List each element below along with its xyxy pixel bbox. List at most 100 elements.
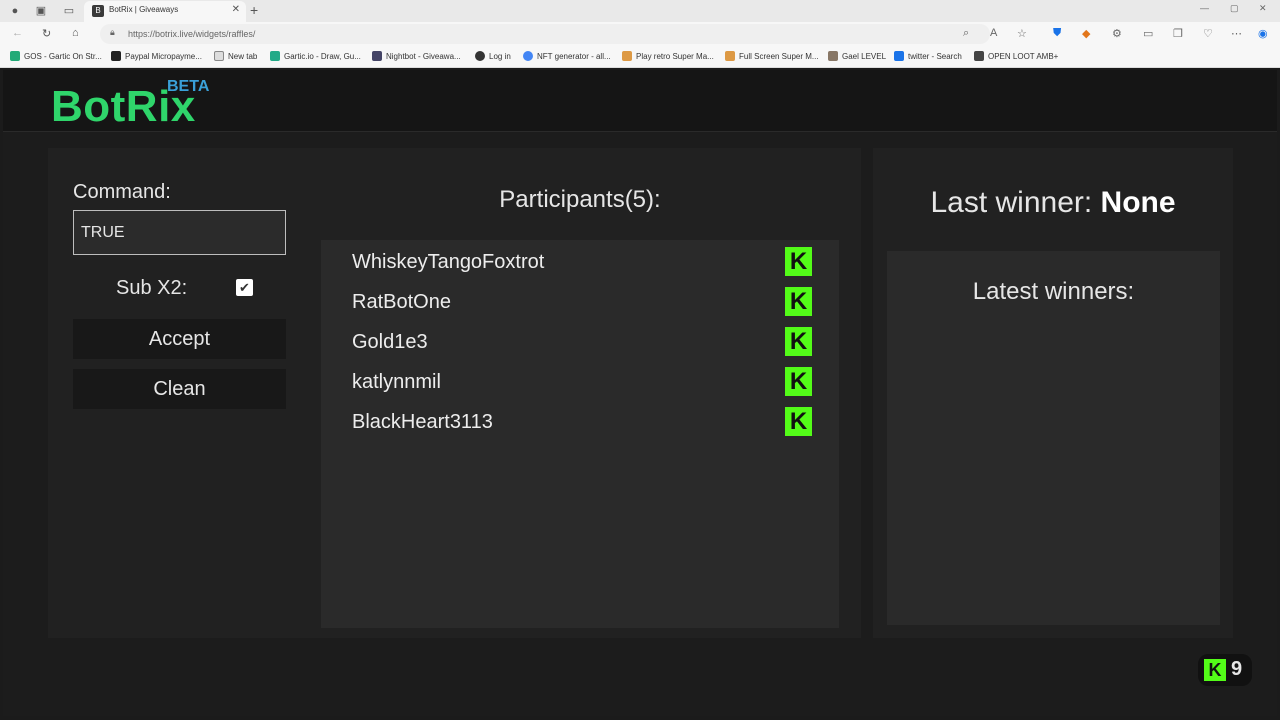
bookmark-label: GOS - Gartic On Str...: [24, 52, 102, 61]
command-label: Command:: [73, 181, 171, 203]
bookmark-favicon-icon: [523, 51, 533, 61]
extensions-icon[interactable]: ⚙: [1112, 27, 1122, 40]
bookmark-favicon-icon: [111, 51, 121, 61]
kick-letter-glyph: K: [789, 328, 808, 355]
bookmark-label: Play retro Super Ma...: [636, 52, 714, 61]
kick-letter-glyph: K: [789, 248, 808, 275]
accept-button[interactable]: Accept: [73, 319, 286, 359]
bookmark-label: Gael LEVEL: [842, 52, 887, 61]
bookmark-item[interactable]: Paypal Micropayme...: [111, 51, 202, 61]
zoom-icon[interactable]: ⌕: [963, 27, 969, 40]
lock-icon[interactable]: 🔒︎: [110, 27, 115, 38]
tab-title: BotRix | Giveaways: [109, 5, 179, 14]
participants-list: WhiskeyTangoFoxtrot K RatBotOne K Gold1e…: [321, 240, 839, 628]
profile-icon[interactable]: ●: [8, 4, 22, 18]
new-tab-button[interactable]: +: [250, 2, 258, 18]
split-screen-icon[interactable]: ▭: [1143, 27, 1153, 40]
metamask-extension-icon[interactable]: ◆: [1082, 27, 1090, 40]
bookmark-label: Nightbot - Giveawa...: [386, 52, 461, 61]
collections-icon[interactable]: ❐: [1173, 27, 1183, 40]
copilot-icon[interactable]: ◉: [1258, 27, 1268, 40]
kick-viewer-badge[interactable]: K 9: [1198, 654, 1252, 686]
bookmark-favicon-icon: [372, 51, 382, 61]
read-aloud-icon[interactable]: A: [990, 27, 997, 39]
last-winner-value: None: [1100, 186, 1176, 219]
participant-row[interactable]: WhiskeyTangoFoxtrot K: [352, 246, 812, 278]
browser-tab[interactable]: B BotRix | Giveaways ✕: [84, 1, 246, 22]
sub-x2-checkbox[interactable]: ✔: [236, 279, 253, 296]
workspaces-icon[interactable]: ▣: [34, 4, 48, 18]
browser-essentials-icon[interactable]: ♡: [1203, 27, 1213, 40]
participant-name: WhiskeyTangoFoxtrot: [352, 251, 545, 273]
bookmark-label: New tab: [228, 52, 258, 61]
raffle-panel: Command: TRUE Sub X2: ✔ Accept Clean Par…: [48, 148, 861, 638]
back-icon[interactable]: ←: [12, 27, 23, 39]
bookmark-favicon-icon: [974, 51, 984, 61]
bookmark-favicon-icon: [725, 51, 735, 61]
kick-count: 9: [1231, 658, 1243, 680]
bookmark-favicon-icon: [475, 51, 485, 61]
bookmark-label: NFT generator - all...: [537, 52, 611, 61]
kick-letter-glyph: K: [789, 288, 808, 315]
clean-button[interactable]: Clean: [73, 369, 286, 409]
kick-platform-icon: K: [785, 287, 812, 316]
bookmark-label: OPEN LOOT AMB+: [988, 52, 1059, 61]
bookmark-favicon-icon: [622, 51, 632, 61]
bookmark-favicon-icon: [894, 51, 904, 61]
winners-panel: Last winner: None Latest winners:: [873, 148, 1233, 638]
bookmark-item[interactable]: Nightbot - Giveawa...: [372, 51, 461, 61]
home-icon[interactable]: ⌂: [72, 27, 79, 39]
participant-name: RatBotOne: [352, 291, 451, 313]
maximize-icon[interactable]: ▢: [1230, 3, 1239, 14]
tab-actions-icon[interactable]: ▭: [62, 4, 76, 18]
kick-letter-glyph: K: [789, 368, 808, 395]
browser-titlebar: ● ▣ ▭ B BotRix | Giveaways ✕ + — ▢ ✕: [0, 0, 1280, 22]
bookmark-item[interactable]: Full Screen Super M...: [725, 51, 819, 61]
latest-winners-title: Latest winners:: [972, 278, 1135, 305]
participant-row[interactable]: RatBotOne K: [352, 286, 812, 318]
bookmark-item[interactable]: Log in: [475, 51, 511, 61]
latest-winners-box: Latest winners:: [887, 251, 1220, 625]
bookmark-label: Log in: [489, 52, 511, 61]
close-tab-icon[interactable]: ✕: [232, 4, 240, 15]
last-winner-heading: Last winner: None: [873, 186, 1233, 220]
bookmark-item[interactable]: GOS - Gartic On Str...: [10, 51, 102, 61]
shield-extension-icon[interactable]: ⛊: [1053, 27, 1061, 40]
bookmark-item[interactable]: OPEN LOOT AMB+: [974, 51, 1058, 61]
participant-name: Gold1e3: [352, 331, 428, 353]
minimize-icon[interactable]: —: [1200, 3, 1209, 13]
url-text: https://botrix.live/widgets/raffles/: [128, 29, 256, 39]
bookmark-favicon-icon: [828, 51, 838, 61]
kick-platform-icon: K: [785, 327, 812, 356]
close-window-icon[interactable]: ✕: [1259, 3, 1267, 14]
participant-row[interactable]: Gold1e3 K: [352, 326, 812, 358]
favorite-star-icon[interactable]: ☆: [1017, 27, 1027, 40]
refresh-icon[interactable]: ↻: [42, 27, 51, 40]
bookmark-favicon-icon: [214, 51, 224, 61]
kick-platform-icon: K: [785, 407, 812, 436]
more-menu-icon[interactable]: ⋯: [1231, 27, 1242, 40]
participant-row[interactable]: katlynnmil K: [352, 366, 812, 398]
bookmark-item[interactable]: twitter - Search: [894, 51, 962, 61]
bookmark-item[interactable]: New tab: [214, 51, 257, 61]
page-header: BotRix BETA: [3, 70, 1277, 132]
botrix-page: BotRix BETA Command: TRUE Sub X2: ✔ Acce…: [3, 70, 1277, 716]
bookmark-item[interactable]: NFT generator - all...: [523, 51, 611, 61]
bookmark-label: Gartic.io - Draw, Gu...: [284, 52, 361, 61]
participant-row[interactable]: BlackHeart3113 K: [352, 406, 812, 438]
kick-logo-icon: K: [1204, 659, 1226, 681]
participant-name: BlackHeart3113: [352, 411, 493, 433]
bookmark-item[interactable]: Play retro Super Ma...: [622, 51, 714, 61]
bookmark-item[interactable]: Gartic.io - Draw, Gu...: [270, 51, 361, 61]
command-input[interactable]: TRUE: [73, 210, 286, 255]
checkmark-icon: ✔: [239, 280, 250, 295]
participant-name: katlynnmil: [352, 371, 441, 393]
address-bar-row: ← ↻ ⌂ 🔒︎ https://botrix.live/widgets/raf…: [0, 22, 1280, 46]
bookmark-item[interactable]: Gael LEVEL: [828, 51, 886, 61]
last-winner-label: Last winner:: [930, 186, 1093, 219]
bookmark-label: Paypal Micropayme...: [125, 52, 202, 61]
url-field[interactable]: 🔒︎ https://botrix.live/widgets/raffles/: [100, 24, 990, 44]
kick-letter-glyph: K: [789, 408, 808, 435]
bookmark-label: Full Screen Super M...: [739, 52, 819, 61]
kick-platform-icon: K: [785, 367, 812, 396]
